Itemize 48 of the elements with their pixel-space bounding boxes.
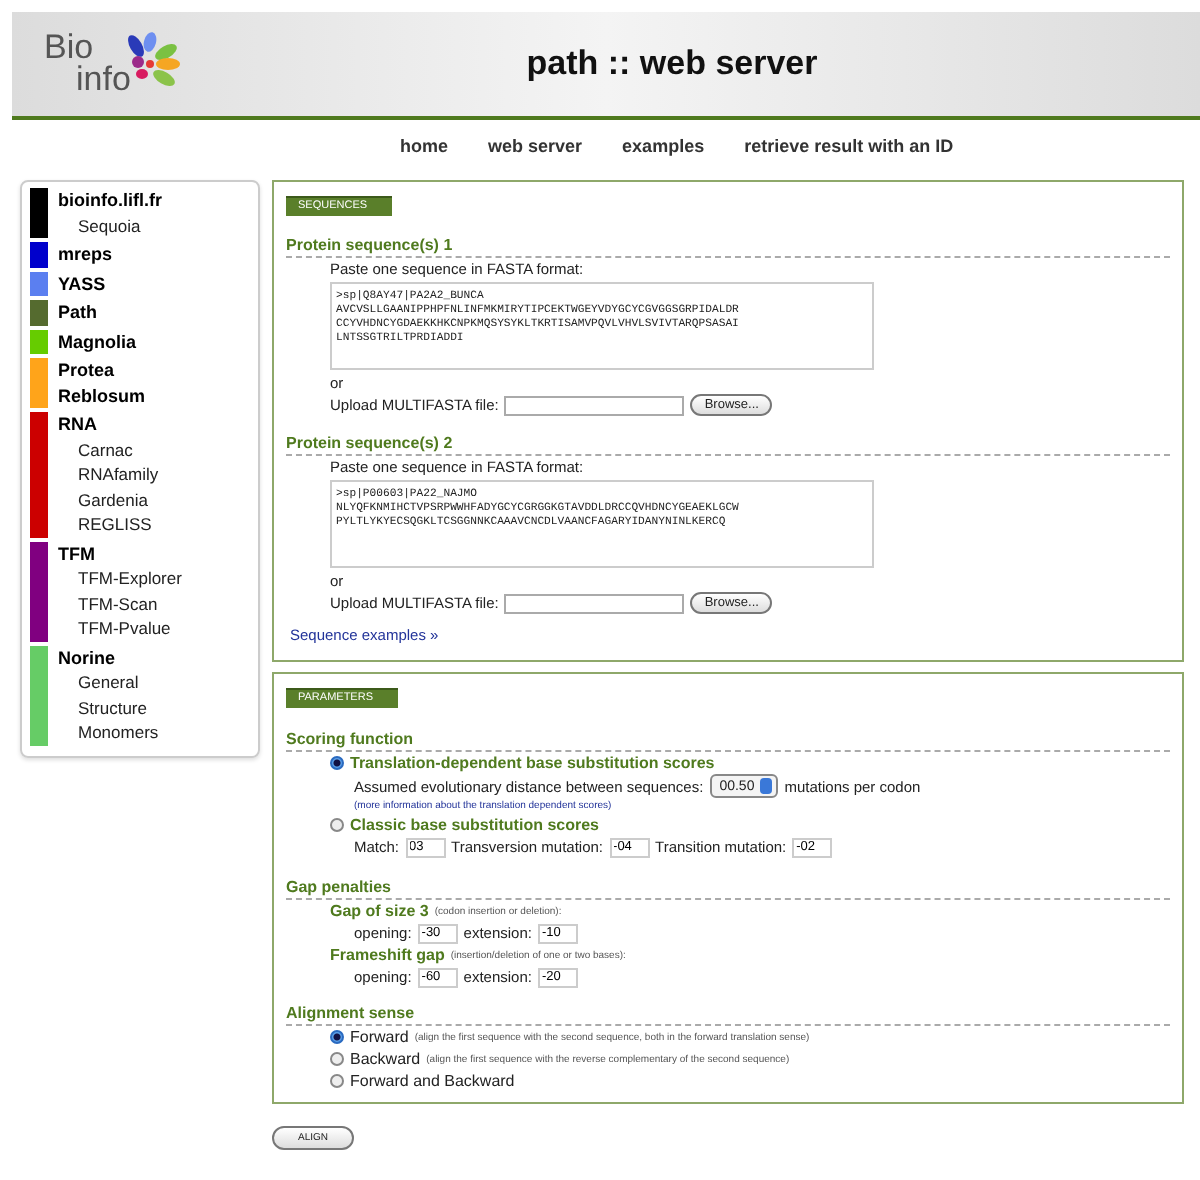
page-title: path :: web server xyxy=(524,44,820,84)
sidebar-link[interactable]: YASS xyxy=(58,271,106,296)
sidebar-link[interactable]: Norine xyxy=(58,645,159,670)
nav-link[interactable]: home xyxy=(400,136,449,164)
file-input[interactable] xyxy=(504,593,685,613)
file-input[interactable] xyxy=(504,395,685,415)
sidebar-link[interactable]: General xyxy=(58,670,159,695)
sidebar-link[interactable]: Protea xyxy=(58,358,146,383)
radio-button[interactable] xyxy=(330,1052,344,1066)
option-label: Forward xyxy=(350,1028,409,1046)
sidebar-link[interactable]: Reblosum xyxy=(58,383,146,408)
sidebar-link[interactable]: TFM-Scan xyxy=(58,591,182,616)
sidebar-link[interactable]: Magnolia xyxy=(58,329,137,354)
sidebar-link[interactable]: bioinfo.lifl.fr xyxy=(58,188,162,213)
sidebar-link[interactable]: TFM xyxy=(58,541,182,566)
stepper-icon xyxy=(760,778,773,794)
gap-label: Frameshift gap xyxy=(330,946,445,964)
section-heading: Gap penalties xyxy=(286,878,1170,900)
radio-button[interactable] xyxy=(330,818,344,832)
nav-link[interactable]: examples xyxy=(622,136,705,164)
option-label: Backward xyxy=(350,1050,421,1068)
logo-text: Bio xyxy=(44,32,94,64)
sidebar-link[interactable]: mreps xyxy=(58,242,113,267)
sidebar-link[interactable]: Sequoia xyxy=(58,213,162,238)
option-label: Classic base substitution scores xyxy=(350,816,599,834)
gap-label: Gap of size 3 xyxy=(330,902,429,920)
sidebar-link[interactable]: Carnac xyxy=(58,437,159,462)
sidebar-link[interactable]: Structure xyxy=(58,695,159,720)
sidebar-link[interactable]: Path xyxy=(58,300,98,325)
radio-button[interactable] xyxy=(330,756,344,770)
option-label: Forward and Backward xyxy=(350,1072,515,1090)
nav-link[interactable]: retrieve result with an ID xyxy=(744,136,954,164)
sidebar-link[interactable]: Gardenia xyxy=(58,487,159,512)
sidebar-link[interactable]: Monomers xyxy=(58,720,159,745)
radio-button[interactable] xyxy=(330,1030,344,1044)
sidebar-link[interactable]: TFM-Explorer xyxy=(58,566,182,591)
section-heading: Scoring function xyxy=(286,730,1170,752)
sidebar-link[interactable]: RNAfamily xyxy=(58,462,159,487)
sidebar-link[interactable]: REGLISS xyxy=(58,512,159,537)
section-heading: Protein sequence(s) 1 xyxy=(286,236,1170,258)
sidebar-link[interactable]: TFM-Pvalue xyxy=(58,616,182,641)
section-heading: Alignment sense xyxy=(286,1004,1170,1026)
option-label: Translation-dependent base substitution scores xyxy=(350,754,715,772)
nav-link[interactable]: web server xyxy=(488,136,583,164)
section-heading: Protein sequence(s) 2 xyxy=(286,434,1170,456)
sidebar-link[interactable]: RNA xyxy=(58,412,159,437)
radio-button[interactable] xyxy=(330,1074,344,1088)
logo-text: info xyxy=(74,64,131,96)
